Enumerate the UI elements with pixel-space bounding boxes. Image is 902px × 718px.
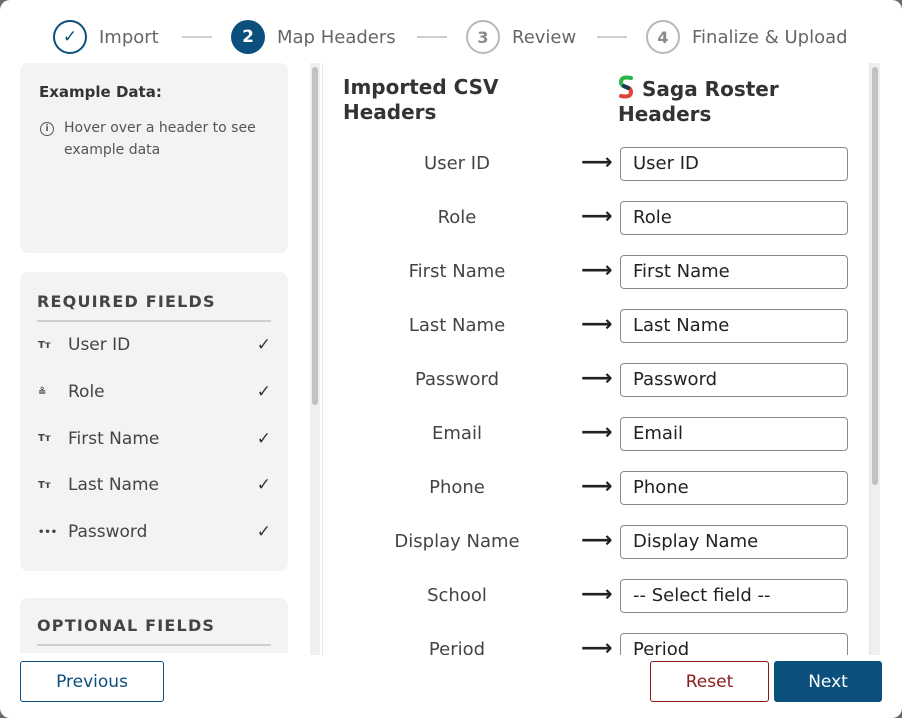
- required-fields-card: REQUIRED FIELDS Tт User ID ✓ ≗ Role ✓ Tт…: [20, 272, 288, 571]
- required-field-first-name[interactable]: Tт First Name ✓: [37, 415, 271, 462]
- text-type-icon: Tт: [38, 479, 51, 491]
- arrow-right-icon: ⟶: [581, 150, 613, 175]
- mapping-row: Role ⟶ Role: [323, 201, 869, 235]
- field-label: First Name: [68, 428, 160, 449]
- arrow-right-icon: ⟶: [581, 582, 613, 607]
- mapping-row: User ID ⟶ User ID: [323, 147, 869, 181]
- required-fields-title: REQUIRED FIELDS: [37, 292, 271, 322]
- mapping-scrollbar-thumb[interactable]: [872, 67, 878, 485]
- left-scrollbar-thumb[interactable]: [312, 67, 318, 405]
- info-icon: i: [40, 122, 54, 136]
- field-label: User ID: [68, 335, 131, 356]
- mapping-row: Last Name ⟶ Last Name: [323, 309, 869, 343]
- required-field-last-name[interactable]: Tт Last Name ✓: [37, 462, 271, 509]
- previous-button[interactable]: Previous: [20, 661, 164, 702]
- csv-header: Last Name: [408, 315, 506, 336]
- field-label: Password: [68, 522, 148, 543]
- import-modal: ✓ Import 2 Map Headers 3 Review 4 Finali…: [0, 0, 902, 718]
- checkmark-icon: ✓: [256, 335, 271, 356]
- target-field-select[interactable]: First Name: [620, 255, 848, 289]
- step-finalize-upload[interactable]: 4 Finalize & Upload: [646, 19, 848, 55]
- checkmark-icon: ✓: [256, 522, 271, 543]
- target-field-select[interactable]: Email: [620, 417, 848, 451]
- step-separator: [417, 36, 447, 38]
- optional-fields-card: OPTIONAL FIELDS: [20, 598, 288, 653]
- example-data-title: Example Data:: [39, 83, 162, 101]
- field-label: Last Name: [68, 475, 159, 496]
- target-field-select[interactable]: Display Name: [620, 525, 848, 559]
- arrow-right-icon: ⟶: [581, 636, 613, 655]
- mapping-row: Phone ⟶ Phone: [323, 471, 869, 505]
- required-field-password[interactable]: ••• Password ✓: [37, 509, 271, 556]
- required-field-role[interactable]: ≗ Role ✓: [37, 369, 271, 416]
- password-icon: •••: [38, 526, 58, 538]
- step-import[interactable]: ✓ Import: [53, 19, 159, 55]
- csv-header: Email: [432, 423, 482, 444]
- next-button[interactable]: Next: [774, 661, 882, 702]
- step-separator: [597, 36, 627, 38]
- csv-header: School: [427, 585, 487, 606]
- optional-fields-title: OPTIONAL FIELDS: [37, 616, 271, 646]
- reset-button[interactable]: Reset: [650, 661, 769, 702]
- example-data-card: Example Data: i Hover over a header to s…: [20, 63, 288, 253]
- target-field-select[interactable]: -- Select field --: [620, 579, 848, 613]
- arrow-right-icon: ⟶: [581, 528, 613, 553]
- arrow-right-icon: ⟶: [581, 474, 613, 499]
- text-type-icon: Tт: [38, 339, 51, 351]
- csv-header: Role: [437, 207, 477, 228]
- mapping-row: School ⟶ -- Select field --: [323, 579, 869, 613]
- step-number: 3: [466, 20, 500, 54]
- step-number: 4: [646, 20, 680, 54]
- csv-header: Period: [428, 639, 486, 655]
- left-panel: Example Data: i Hover over a header to s…: [20, 63, 288, 653]
- imported-csv-headers-title: Imported CSV Headers: [343, 75, 499, 124]
- saga-roster-headers-text: Saga Roster Headers: [618, 77, 779, 126]
- mapping-scrollbar[interactable]: [870, 63, 880, 655]
- arrow-right-icon: ⟶: [581, 420, 613, 445]
- mapping-area: Imported CSV Headers Saga Roster Headers…: [322, 63, 870, 655]
- target-field-select[interactable]: User ID: [620, 147, 848, 181]
- csv-header: Password: [414, 369, 500, 390]
- csv-header: First Name: [408, 261, 506, 282]
- checkmark-icon: ✓: [256, 428, 271, 449]
- checkmark-icon: ✓: [256, 382, 271, 403]
- step-label: Review: [512, 26, 577, 48]
- stepper: ✓ Import 2 Map Headers 3 Review 4 Finali…: [0, 19, 902, 55]
- arrow-right-icon: ⟶: [581, 312, 613, 337]
- checkmark-icon: ✓: [256, 475, 271, 496]
- saga-logo-icon: [618, 75, 634, 99]
- arrow-right-icon: ⟶: [581, 204, 613, 229]
- target-field-select[interactable]: Password: [620, 363, 848, 397]
- saga-roster-headers-title: Saga Roster Headers: [618, 75, 848, 127]
- target-field-select[interactable]: Period: [620, 633, 848, 655]
- text-type-icon: Tт: [38, 433, 51, 445]
- csv-header: Phone: [429, 477, 485, 498]
- step-map-headers[interactable]: 2 Map Headers: [231, 19, 396, 55]
- role-icon: ≗: [38, 386, 47, 398]
- hint-text: Hover over a header to see example data: [64, 120, 256, 158]
- target-field-select[interactable]: Last Name: [620, 309, 848, 343]
- step-review[interactable]: 3 Review: [466, 19, 576, 55]
- target-field-select[interactable]: Role: [620, 201, 848, 235]
- arrow-right-icon: ⟶: [581, 258, 613, 283]
- mapping-row: Password ⟶ Password: [323, 363, 869, 397]
- mapping-row: Period ⟶ Period: [323, 633, 869, 655]
- step-separator: [182, 36, 212, 38]
- example-data-hint: i Hover over a header to see example dat…: [39, 117, 270, 161]
- required-field-user-id[interactable]: Tт User ID ✓: [37, 322, 271, 369]
- step-number: 2: [231, 20, 265, 54]
- mapping-row: Display Name ⟶ Display Name: [323, 525, 869, 559]
- target-field-select[interactable]: Phone: [620, 471, 848, 505]
- mapping-row: Email ⟶ Email: [323, 417, 869, 451]
- field-label: Role: [68, 382, 105, 403]
- step-label: Map Headers: [277, 26, 396, 48]
- mapping-row: First Name ⟶ First Name: [323, 255, 869, 289]
- step-label: Import: [99, 26, 159, 48]
- csv-header: User ID: [424, 153, 490, 174]
- check-icon: ✓: [53, 20, 87, 54]
- csv-header: Display Name: [394, 531, 520, 552]
- left-scrollbar[interactable]: [310, 63, 320, 655]
- arrow-right-icon: ⟶: [581, 366, 613, 391]
- step-label: Finalize & Upload: [692, 26, 848, 48]
